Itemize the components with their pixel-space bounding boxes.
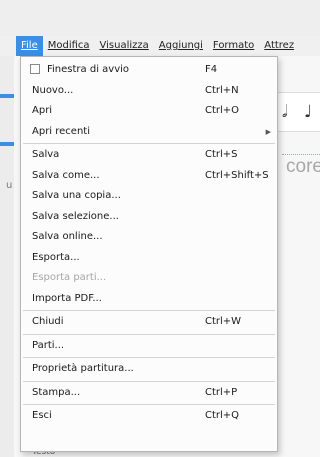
menu-separator [23,333,275,335]
menu-item-label: Apri recenti [32,125,90,137]
menu-item-salva-online[interactable]: Salva online... [21,227,277,248]
menu-attrezzi-label: Attrez [264,40,295,51]
menu-item-esporta-parti: Esporta parti... [21,268,277,289]
menu-item-label: Importa PDF... [32,292,102,304]
menu-aggiungi[interactable]: Aggiungi [154,36,208,56]
menu-visualizza[interactable]: Visualizza [95,36,154,56]
menu-item-label: Chiudi [32,316,64,327]
menu-item-label: Stampa... [32,386,81,398]
checkbox-icon [30,64,40,74]
menu-item-importa-pdf[interactable]: Importa PDF... [21,289,277,310]
menu-formato-label: Formato [212,40,255,51]
menu-item-shortcut: Ctrl+W [205,316,242,327]
menu-separator [23,380,275,382]
menu-item-label: Esporta parti... [32,272,107,283]
menu-file[interactable]: File [16,36,43,56]
menu-item-shortcut: Ctrl+Q [205,410,240,421]
menu-item-salva[interactable]: Salva Ctrl+S [21,145,277,166]
menu-item-finestra-avvio[interactable]: Finestra di avvio F4 [21,60,277,81]
menu-visualizza-label: Visualizza [99,40,149,51]
menu-item-label: Salva [32,149,60,160]
half-note-button[interactable]: 𝅗𝅥 [282,102,287,122]
left-dock-label: u [6,180,13,191]
menu-separator [23,143,275,144]
menu-item-label: Finestra di avvio [47,64,130,75]
window-titlebar [0,0,320,36]
menu-item-shortcut: Ctrl+S [205,149,238,160]
score-page-border [282,154,320,155]
menu-item-shortcut: Ctrl+P [205,386,238,398]
menu-file-label: File [21,40,38,51]
menu-item-stampa[interactable]: Stampa... Ctrl+P [21,383,277,404]
menu-item-salva-copia[interactable]: Salva una copia... [21,186,277,207]
submenu-arrow-icon: ▶ [265,127,271,136]
menu-item-esci[interactable]: Esci Ctrl+Q [21,406,277,427]
menu-item-parti[interactable]: Parti... [21,336,277,357]
file-menu-dropdown: Finestra di avvio F4 Nuovo... Ctrl+N Apr… [20,56,278,452]
menu-item-label: Parti... [32,339,65,351]
left-dock-strip [0,56,14,457]
menu-item-label: Nuovo... [32,84,74,96]
menu-item-salva-selezione[interactable]: Salva selezione... [21,207,277,228]
menu-item-nuovo[interactable]: Nuovo... Ctrl+N [21,81,277,102]
menu-item-proprieta-partitura[interactable]: Proprietà partitura... [21,359,277,380]
menu-item-label: Salva una copia... [32,190,121,201]
menu-item-label: Salva online... [32,231,103,242]
menu-item-shortcut: Ctrl+Shift+S [205,169,269,181]
menu-item-shortcut: F4 [205,64,218,75]
menu-item-label: Proprietà partitura... [32,363,134,374]
menu-item-label: Esporta... [32,251,80,263]
menu-item-label: Esci [32,410,52,421]
menu-item-apri[interactable]: Apri Ctrl+O [21,101,277,122]
menu-item-label: Salva selezione... [32,210,119,222]
menu-modifica-label: Modifica [47,40,90,51]
score-title-text: core [286,156,320,177]
menu-bar: File Modifica Visualizza Aggiungi Format… [0,36,320,56]
quarter-note-button[interactable]: ♩ [304,102,312,122]
menu-item-esporta[interactable]: Esporta... [21,248,277,269]
menu-separator [23,404,275,405]
menu-item-shortcut: Ctrl+N [205,84,239,96]
menu-item-apri-recenti[interactable]: Apri recenti ▶ [21,122,277,143]
menu-aggiungi-label: Aggiungi [158,40,203,51]
menu-item-shortcut: Ctrl+O [205,105,240,116]
menu-item-salva-come[interactable]: Salva come... Ctrl+Shift+S [21,166,277,187]
menu-modifica[interactable]: Modifica [43,36,95,56]
menu-item-label: Apri [32,105,53,116]
menu-item-label: Salva come... [32,169,100,181]
menu-separator [23,357,275,358]
menu-item-chiudi[interactable]: Chiudi Ctrl+W [21,312,277,333]
left-dock-highlight [0,94,14,98]
menu-attrezzi[interactable]: Attrez [259,36,299,56]
menu-formato[interactable]: Formato [208,36,259,56]
left-dock-highlight-2 [0,142,14,146]
menu-separator [23,310,275,311]
